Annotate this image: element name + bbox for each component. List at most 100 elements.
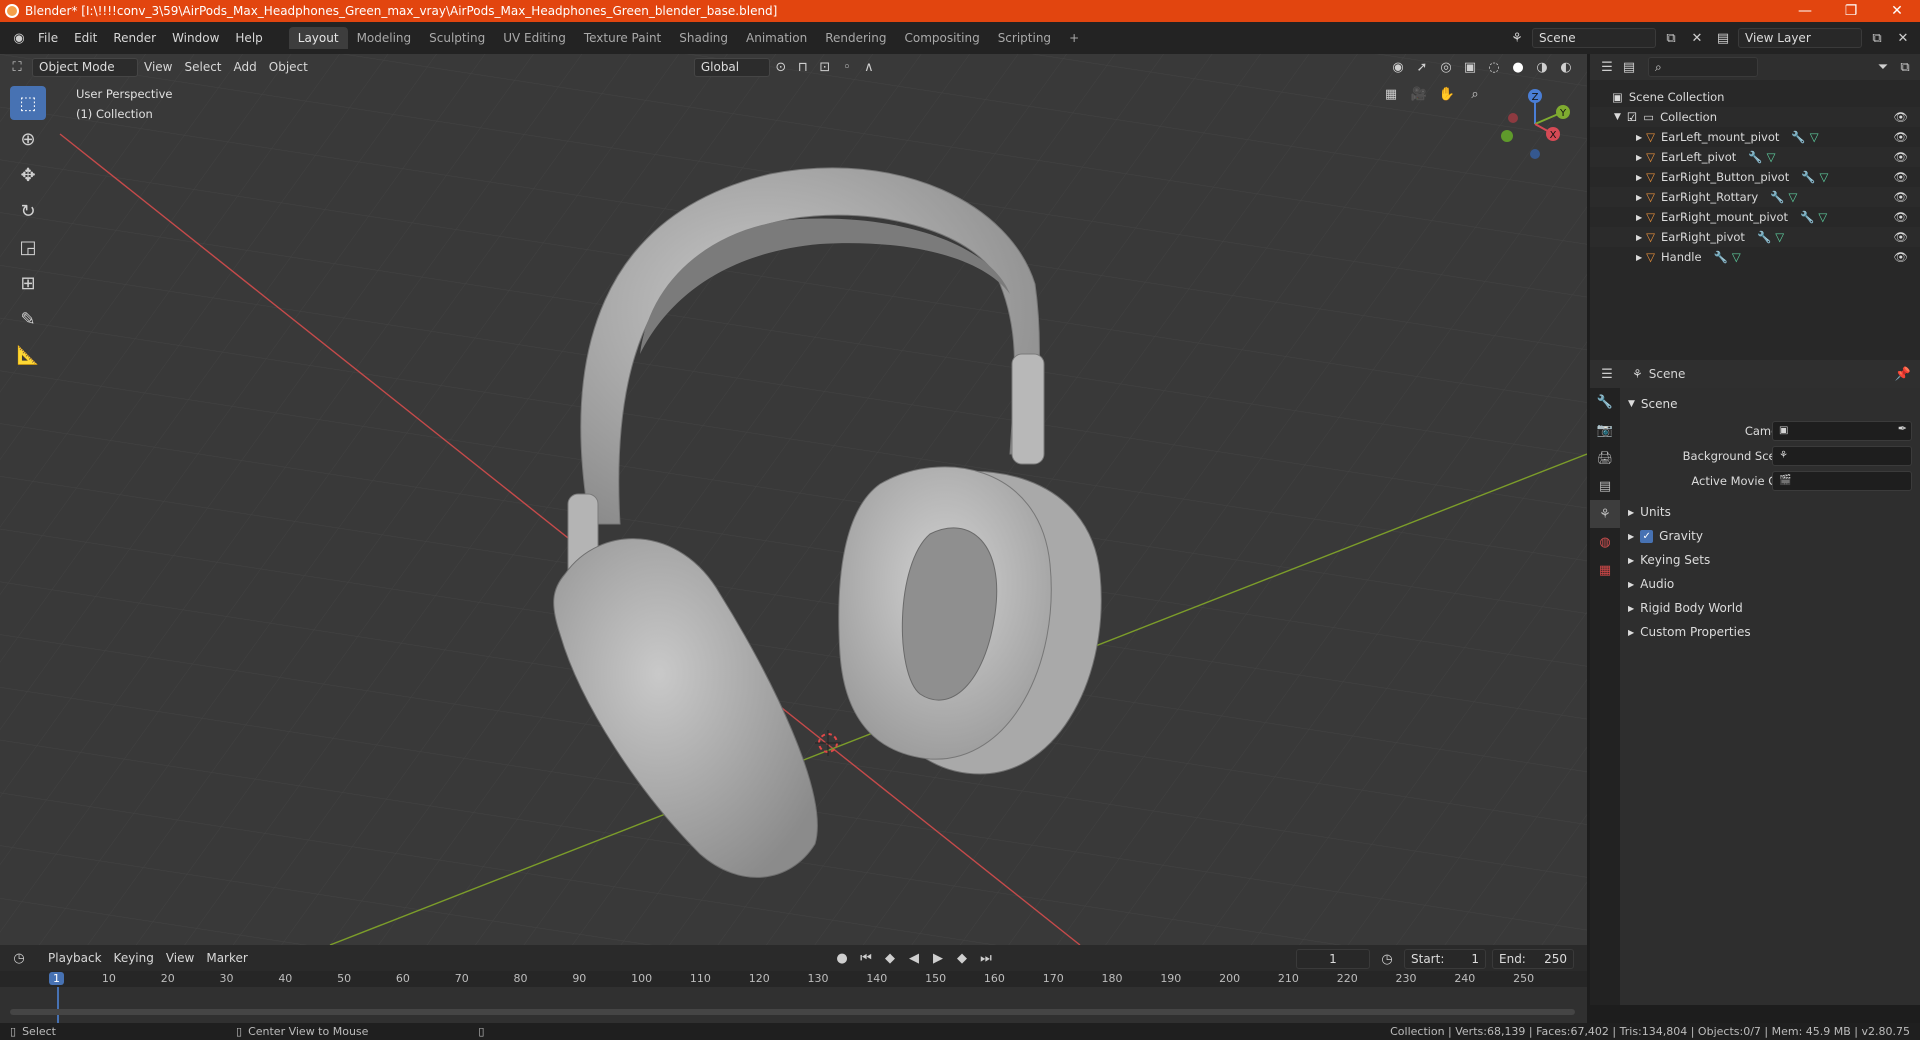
pivot-point-icon[interactable]: ⊙ bbox=[770, 57, 792, 77]
material-shading-icon[interactable]: ◑ bbox=[1531, 57, 1553, 77]
prev-keyframe-icon[interactable]: ◆ bbox=[879, 948, 901, 968]
snap-target-icon[interactable]: ⊡ bbox=[814, 57, 836, 77]
mesh-data-icon[interactable]: ▽ bbox=[1775, 230, 1784, 244]
outliner-row-object[interactable]: ▶ ▽ EarRight_Button_pivot 🔧 ▽ 👁 bbox=[1590, 167, 1920, 187]
gizmo-neg-x-icon[interactable] bbox=[1508, 113, 1518, 123]
viewport-menu-object[interactable]: Object bbox=[263, 60, 314, 74]
tab-animation[interactable]: Animation bbox=[737, 27, 816, 49]
tab-scripting[interactable]: Scripting bbox=[989, 27, 1060, 49]
display-mode-icon[interactable]: ▤ bbox=[1618, 57, 1640, 77]
pin-icon[interactable]: 📌 bbox=[1892, 364, 1914, 384]
mesh-data-icon[interactable]: ▽ bbox=[1820, 170, 1829, 184]
solid-shading-icon[interactable]: ● bbox=[1507, 57, 1529, 77]
eye-icon[interactable]: 👁 bbox=[1893, 170, 1908, 184]
gravity-checkbox[interactable]: ✓ bbox=[1640, 529, 1654, 543]
maximize-button[interactable]: ❐ bbox=[1828, 3, 1874, 19]
filter-icon[interactable]: ⏷ bbox=[1872, 57, 1894, 77]
editor-type-icon[interactable]: ⛶ bbox=[6, 57, 28, 77]
eye-icon[interactable]: 👁 bbox=[1893, 190, 1908, 204]
next-keyframe-icon[interactable]: ◆ bbox=[951, 948, 973, 968]
playback-menu[interactable]: Playback bbox=[42, 951, 108, 965]
frame-ruler[interactable]: 1 10 20 30 40 50 60 70 80 90 100 110 120 130 140 150 160… bbox=[0, 971, 1587, 987]
pan-view-icon[interactable]: ✋ bbox=[1436, 84, 1458, 104]
world-tab-icon[interactable]: ◍ bbox=[1590, 528, 1620, 556]
tab-rendering[interactable]: Rendering bbox=[816, 27, 895, 49]
navigation-gizmo[interactable]: Z Y X bbox=[1495, 84, 1575, 164]
snap-icon[interactable]: ⊓ bbox=[792, 57, 814, 77]
collapse-arrow-icon[interactable]: ▶ bbox=[1636, 173, 1642, 182]
jump-end-icon[interactable]: ⏭ bbox=[975, 948, 997, 968]
new-view-layer-icon[interactable]: ⧉ bbox=[1866, 28, 1888, 48]
blender-menu-icon[interactable]: ◉ bbox=[8, 28, 30, 48]
outliner-row-object[interactable]: ▶ ▽ EarRight_Rottary 🔧 ▽ 👁 bbox=[1590, 187, 1920, 207]
transform-tool-icon[interactable]: ⊞ bbox=[10, 266, 46, 300]
timeline-scrollbar[interactable] bbox=[10, 1009, 1575, 1015]
mesh-data-icon[interactable]: ▽ bbox=[1767, 150, 1776, 164]
collapse-arrow-icon[interactable]: ▶ bbox=[1636, 133, 1642, 142]
marker-menu[interactable]: Marker bbox=[200, 951, 253, 965]
properties-editor-type-icon[interactable]: ☰ bbox=[1596, 364, 1618, 384]
outliner-row-object[interactable]: ▶ ▽ EarRight_mount_pivot 🔧 ▽ 👁 bbox=[1590, 207, 1920, 227]
outliner-editor-type-icon[interactable]: ☰ bbox=[1596, 57, 1618, 77]
tab-texture-paint[interactable]: Texture Paint bbox=[575, 27, 670, 49]
menu-file[interactable]: File bbox=[30, 31, 66, 45]
delete-scene-icon[interactable]: ✕ bbox=[1686, 28, 1708, 48]
viewport-menu-view[interactable]: View bbox=[138, 60, 178, 74]
cursor-tool-icon[interactable]: ⊕ bbox=[10, 122, 46, 156]
tab-uv-editing[interactable]: UV Editing bbox=[494, 27, 575, 49]
modifier-icon[interactable]: 🔧 bbox=[1801, 170, 1815, 184]
minimize-button[interactable]: — bbox=[1782, 3, 1828, 19]
scene-section-header[interactable]: ▼ Scene bbox=[1620, 392, 1920, 416]
mesh-data-icon[interactable]: ▽ bbox=[1789, 190, 1798, 204]
annotate-tool-icon[interactable]: ✎ bbox=[10, 302, 46, 336]
collapse-arrow-icon[interactable]: ▶ bbox=[1636, 213, 1642, 222]
view-layer-field[interactable]: View Layer bbox=[1738, 28, 1862, 48]
record-icon[interactable]: ● bbox=[831, 948, 853, 968]
playhead[interactable] bbox=[57, 987, 59, 1023]
modifier-icon[interactable]: 🔧 bbox=[1748, 150, 1762, 164]
gravity-panel[interactable]: ▶ ✓ Gravity bbox=[1620, 524, 1920, 548]
mesh-data-icon[interactable]: ▽ bbox=[1810, 130, 1819, 144]
current-frame-field[interactable]: 1 bbox=[1296, 949, 1370, 969]
outliner-row-object[interactable]: ▶ ▽ EarRight_pivot 🔧 ▽ 👁 bbox=[1590, 227, 1920, 247]
move-tool-icon[interactable]: ✥ bbox=[10, 158, 46, 192]
camera-field[interactable]: ▣ ✒ bbox=[1772, 421, 1912, 441]
delete-view-layer-icon[interactable]: ✕ bbox=[1892, 28, 1914, 48]
wireframe-shading-icon[interactable]: ◌ bbox=[1483, 57, 1505, 77]
toggle-grid-icon[interactable]: ▦ bbox=[1380, 84, 1402, 104]
scale-tool-icon[interactable]: ◲ bbox=[10, 230, 46, 264]
eye-icon[interactable]: 👁 bbox=[1893, 150, 1908, 164]
transform-orientation-dropdown[interactable]: Global bbox=[693, 57, 770, 77]
collapse-arrow-icon[interactable]: ▶ bbox=[1636, 193, 1642, 202]
menu-edit[interactable]: Edit bbox=[66, 31, 105, 45]
collapse-arrow-icon[interactable]: ▶ bbox=[1636, 253, 1642, 262]
keying-menu[interactable]: Keying bbox=[108, 951, 160, 965]
3d-viewport[interactable]: ⛶ Object Mode View Select Add Object Glo… bbox=[0, 54, 1587, 945]
zoom-view-icon[interactable]: ⌕ bbox=[1464, 84, 1486, 104]
background-scene-field[interactable]: ⚘ bbox=[1772, 446, 1912, 466]
scene-selector-icon[interactable]: ⚘ bbox=[1506, 28, 1528, 48]
menu-help[interactable]: Help bbox=[227, 31, 270, 45]
falloff-icon[interactable]: ∧ bbox=[858, 57, 880, 77]
rotate-tool-icon[interactable]: ↻ bbox=[10, 194, 46, 228]
outliner-row-object[interactable]: ▶ ▽ Handle 🔧 ▽ 👁 bbox=[1590, 247, 1920, 267]
gizmo-toggle-icon[interactable]: ➚ bbox=[1411, 57, 1433, 77]
play-icon[interactable]: ▶ bbox=[927, 948, 949, 968]
modifier-icon[interactable]: 🔧 bbox=[1714, 250, 1728, 264]
eye-icon[interactable]: 👁 bbox=[1893, 250, 1908, 264]
collapse-arrow-icon[interactable]: ▶ bbox=[1636, 153, 1642, 162]
timeline-view-menu[interactable]: View bbox=[160, 951, 200, 965]
xray-icon[interactable]: ▣ bbox=[1459, 57, 1481, 77]
scene-tab-icon[interactable]: ⚘ bbox=[1590, 500, 1620, 528]
custom-properties-panel[interactable]: ▶ Custom Properties bbox=[1620, 620, 1920, 644]
rendered-shading-icon[interactable]: ◐ bbox=[1555, 57, 1577, 77]
jump-start-icon[interactable]: ⏮ bbox=[855, 948, 877, 968]
eye-icon[interactable]: 👁 bbox=[1893, 230, 1908, 244]
rigid-body-world-panel[interactable]: ▶ Rigid Body World bbox=[1620, 596, 1920, 620]
view-layer-icon[interactable]: ▤ bbox=[1712, 28, 1734, 48]
tab-modeling[interactable]: Modeling bbox=[348, 27, 421, 49]
outliner-row-object[interactable]: ▶ ▽ EarLeft_mount_pivot 🔧 ▽ 👁 bbox=[1590, 127, 1920, 147]
mesh-data-icon[interactable]: ▽ bbox=[1732, 250, 1741, 264]
modifier-icon[interactable]: 🔧 bbox=[1757, 230, 1771, 244]
modifier-icon[interactable]: 🔧 bbox=[1770, 190, 1784, 204]
